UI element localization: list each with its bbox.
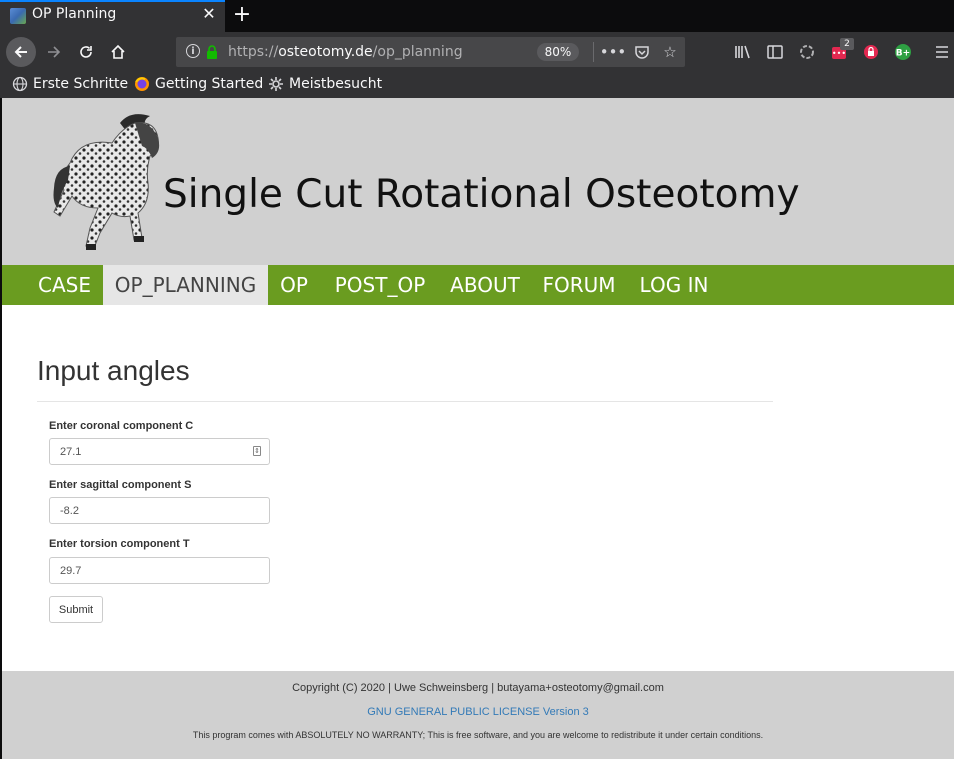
sagittal-label: Enter sagittal component S: [49, 479, 192, 491]
coronal-label: Enter coronal component C: [49, 420, 194, 432]
firefox-icon: [134, 76, 150, 92]
bookmark-getting-started[interactable]: Getting Started: [134, 76, 263, 92]
grade-b-extension-icon[interactable]: B+: [891, 40, 915, 64]
footer-warranty: This program comes with ABSOLUTELY NO WA…: [192, 730, 764, 740]
bookmark-label: Erste Schritte: [33, 76, 129, 92]
sagittal-input[interactable]: [49, 497, 270, 524]
nav-case[interactable]: CASE: [26, 265, 103, 305]
extension-spiral-icon[interactable]: [795, 40, 819, 64]
info-icon[interactable]: i: [186, 44, 200, 58]
shield-extension-icon[interactable]: [859, 40, 883, 64]
footer-copyright: Copyright (C) 2020 | Uwe Schweinsberg | …: [292, 682, 664, 694]
globe-icon: [12, 76, 28, 92]
bookmark-erste-schritte[interactable]: Erste Schritte: [12, 76, 128, 92]
bookmark-label: Getting Started: [155, 76, 264, 92]
back-button[interactable]: [6, 37, 36, 67]
close-tab-icon[interactable]: ✕: [200, 4, 218, 23]
svg-text:B+: B+: [896, 49, 910, 59]
horse-logo-icon: [50, 108, 165, 253]
home-button[interactable]: [104, 38, 132, 66]
torsion-input[interactable]: [49, 557, 270, 584]
gear-icon: [268, 76, 284, 92]
coronal-input[interactable]: [49, 438, 270, 465]
submit-button[interactable]: Submit: [49, 596, 103, 623]
bookmark-label: Meistbesucht: [289, 76, 383, 92]
page-title: Input angles: [37, 355, 190, 386]
pocket-icon[interactable]: [631, 41, 653, 63]
url-path: /op_planning: [372, 44, 463, 60]
page-actions-icon[interactable]: •••: [600, 41, 627, 63]
menu-icon[interactable]: [930, 40, 954, 64]
sidebar-icon[interactable]: [763, 40, 787, 64]
favicon-icon: [10, 8, 26, 24]
url-separator: [593, 42, 594, 62]
zoom-indicator[interactable]: 80%: [537, 43, 579, 61]
nav-about[interactable]: ABOUT: [440, 265, 530, 305]
svg-text:•••: •••: [832, 49, 846, 58]
nav-op-planning[interactable]: OP_PLANNING: [103, 265, 268, 305]
new-tab-button[interactable]: +: [231, 2, 253, 27]
forward-button[interactable]: [40, 38, 68, 66]
extension-badge: 2: [840, 38, 854, 50]
bookmark-meistbesucht[interactable]: Meistbesucht: [268, 76, 382, 92]
nav-op[interactable]: OP: [268, 265, 320, 305]
tab-title: OP Planning: [32, 6, 117, 22]
url-host: osteotomy.de: [278, 44, 373, 60]
number-spinner-icon[interactable]: ⇕: [253, 446, 261, 456]
torsion-label: Enter torsion component T: [49, 538, 190, 550]
title-divider: [37, 401, 773, 402]
nav-forum[interactable]: FORUM: [530, 265, 628, 305]
url-text[interactable]: https://osteotomy.de/op_planning: [228, 44, 463, 60]
reload-button[interactable]: [72, 38, 100, 66]
license-link[interactable]: GNU GENERAL PUBLIC LICENSE Version 3: [2, 706, 954, 718]
nav-post-op[interactable]: POST_OP: [320, 265, 440, 305]
nav-log-in[interactable]: LOG IN: [628, 265, 720, 305]
url-scheme: https://: [228, 44, 279, 60]
lock-icon[interactable]: [206, 44, 218, 59]
site-title: Single Cut Rotational Osteotomy: [163, 172, 800, 217]
library-icon[interactable]: [731, 40, 755, 64]
bookmark-star-icon[interactable]: ☆: [659, 41, 681, 63]
